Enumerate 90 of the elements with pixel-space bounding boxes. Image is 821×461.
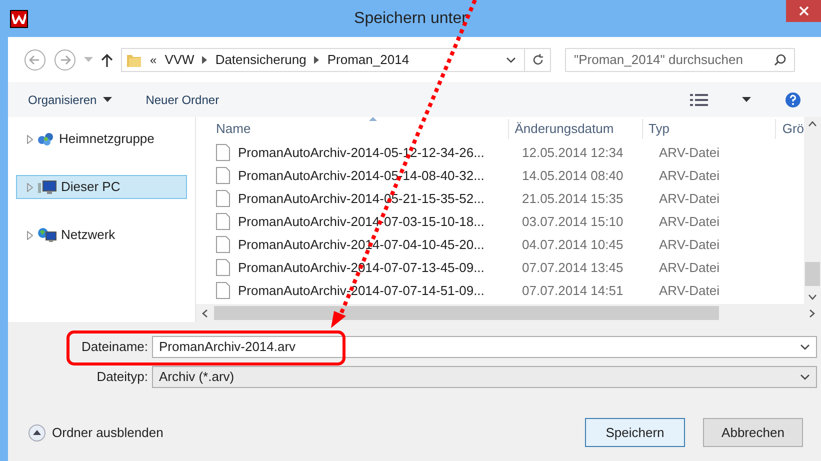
file-type: ARV-Datei xyxy=(658,190,720,208)
file-name: PromanAutoArchiv-2014-07-04-10-45-20... xyxy=(238,236,484,254)
close-icon xyxy=(798,6,808,16)
caret-icon xyxy=(102,97,112,102)
file-type: ARV-Datei xyxy=(658,212,720,231)
scroll-left-icon[interactable] xyxy=(202,308,208,318)
file-icon xyxy=(216,213,230,230)
file-name: PromanAutoArchiv-2014-07-07-14-51-09... xyxy=(238,282,484,300)
hide-folders-toggle[interactable]: Ordner ausblenden xyxy=(28,422,164,442)
file-row[interactable]: PromanAutoArchiv-2014-07-04-10-45-20... 04.07.2014 10:45 ARV-Datei xyxy=(216,233,804,256)
file-type: ARV-Datei xyxy=(658,236,720,254)
caret-icon xyxy=(742,97,751,102)
file-date: 07.07.2014 14:51 xyxy=(521,282,624,300)
file-icon xyxy=(216,282,230,299)
search-field[interactable]: "Proman_2014" durchsuchen xyxy=(565,48,795,72)
file-date: 03.07.2014 15:10 xyxy=(521,212,624,231)
expand-arrow-icon[interactable] xyxy=(27,230,33,240)
separator-arrow-icon[interactable] xyxy=(202,56,208,64)
help-icon[interactable] xyxy=(785,92,801,108)
sidebar-label: Heimnetzgruppe xyxy=(59,130,154,148)
field-label: Dateiname: xyxy=(80,338,149,356)
network-icon xyxy=(37,227,57,243)
breadcrumb-item[interactable]: VVW xyxy=(164,50,194,70)
horizontal-scrollbar[interactable] xyxy=(196,304,821,322)
search-icon xyxy=(774,54,786,66)
scrollbar-thumb[interactable] xyxy=(805,262,820,286)
refresh-icon[interactable] xyxy=(532,54,544,66)
file-name: PromanAutoArchiv-2014-05-14-08-40-32... xyxy=(238,166,484,185)
address-bar[interactable]: « VVW Datensicherung Proman_2014 xyxy=(121,48,551,72)
file-name: PromanAutoArchiv-2014-05-12-12-34-26... xyxy=(238,144,484,162)
file-row[interactable]: PromanAutoArchiv-2014-07-03-15-10-18... 03.07.2014 15:10 ARV-Datei xyxy=(216,210,804,233)
sidebar-label: Netzwerk xyxy=(61,226,116,244)
file-date: 12.05.2014 12:34 xyxy=(521,144,624,162)
filetype-dropdown[interactable]: Archiv (*.arv) xyxy=(152,366,817,388)
chevron-down-icon xyxy=(800,374,810,380)
file-type: ARV-Datei xyxy=(658,166,720,185)
scrollbar-thumb[interactable] xyxy=(214,306,719,320)
file-date: 04.07.2014 10:45 xyxy=(521,236,624,254)
file-row[interactable]: PromanAutoArchiv-2014-05-21-15-35-52... 21.05.2014 15:35 ARV-Datei xyxy=(216,187,804,210)
file-name: PromanAutoArchiv-2014-05-21-15-35-52... xyxy=(238,190,484,208)
toolbar-button[interactable]: Neuer Ordner xyxy=(146,90,220,108)
file-row[interactable]: PromanAutoArchiv-2014-07-07-13-45-09... 07.07.2014 13:45 ARV-Datei xyxy=(216,256,804,279)
file-type: ARV-Datei xyxy=(658,282,720,300)
sidebar-item[interactable]: Heimnetzgruppe xyxy=(16,127,187,151)
file-type: ARV-Datei xyxy=(658,258,720,277)
sort-arrow-icon xyxy=(369,117,377,121)
column-header[interactable]: Typ xyxy=(642,119,776,139)
scroll-down-icon[interactable] xyxy=(808,294,817,300)
homegroup-icon xyxy=(37,131,55,147)
collapse-icon xyxy=(28,424,46,442)
up-arrow-icon[interactable] xyxy=(101,52,113,66)
dialog-button[interactable]: Speichern xyxy=(585,418,685,447)
field-label: Dateityp: xyxy=(96,368,149,386)
sidebar-label: Dieser PC xyxy=(61,178,120,196)
breadcrumb-item[interactable]: Datensicherung xyxy=(215,50,306,70)
dialog-button[interactable]: Abbrechen xyxy=(703,418,803,447)
file-date: 07.07.2014 13:45 xyxy=(521,258,624,277)
file-icon xyxy=(216,259,230,276)
chevron-down-icon xyxy=(800,344,810,350)
app-logo-icon xyxy=(10,10,28,28)
window-title: Speichern unter xyxy=(354,8,467,28)
file-row[interactable]: PromanAutoArchiv-2014-07-07-14-51-09... 07.07.2014 14:51 ARV-Datei xyxy=(216,279,804,302)
scroll-right-icon[interactable] xyxy=(809,308,815,318)
file-name: PromanAutoArchiv-2014-07-07-13-45-09... xyxy=(238,258,484,277)
separator-arrow-icon[interactable] xyxy=(314,56,320,64)
file-name: PromanAutoArchiv-2014-07-03-15-10-18... xyxy=(238,212,484,231)
vertical-scrollbar[interactable] xyxy=(804,117,821,304)
computer-icon xyxy=(37,179,57,195)
file-date: 14.05.2014 08:40 xyxy=(521,166,624,185)
file-icon xyxy=(216,190,230,207)
file-row[interactable]: PromanAutoArchiv-2014-05-12-12-34-26... 12.05.2014 12:34 ARV-Datei xyxy=(216,141,804,164)
column-header[interactable]: Änderungsdatum xyxy=(508,119,643,139)
expand-arrow-icon[interactable] xyxy=(27,134,33,144)
file-row[interactable]: PromanAutoArchiv-2014-05-14-08-40-32... 14.05.2014 08:40 ARV-Datei xyxy=(216,164,804,187)
view-options-icon[interactable] xyxy=(690,94,708,106)
file-type: ARV-Datei xyxy=(658,144,720,162)
chevron-down-icon[interactable] xyxy=(506,56,516,62)
toolbar-button[interactable]: Organisieren xyxy=(28,90,112,108)
filename-field[interactable]: PromanArchiv-2014.arv xyxy=(152,336,817,358)
scroll-up-icon[interactable] xyxy=(808,121,817,127)
file-icon xyxy=(216,144,230,161)
breadcrumb-item[interactable]: Proman_2014 xyxy=(327,50,410,70)
sidebar-item[interactable]: Netzwerk xyxy=(16,223,187,247)
sidebar-item[interactable]: Dieser PC xyxy=(16,175,187,199)
file-icon xyxy=(216,167,230,184)
breadcrumb-overflow[interactable]: « xyxy=(150,50,157,68)
column-header[interactable]: Grö xyxy=(776,119,804,139)
file-date: 21.05.2014 15:35 xyxy=(521,190,624,208)
close-button[interactable] xyxy=(786,0,821,22)
file-icon xyxy=(216,236,230,253)
